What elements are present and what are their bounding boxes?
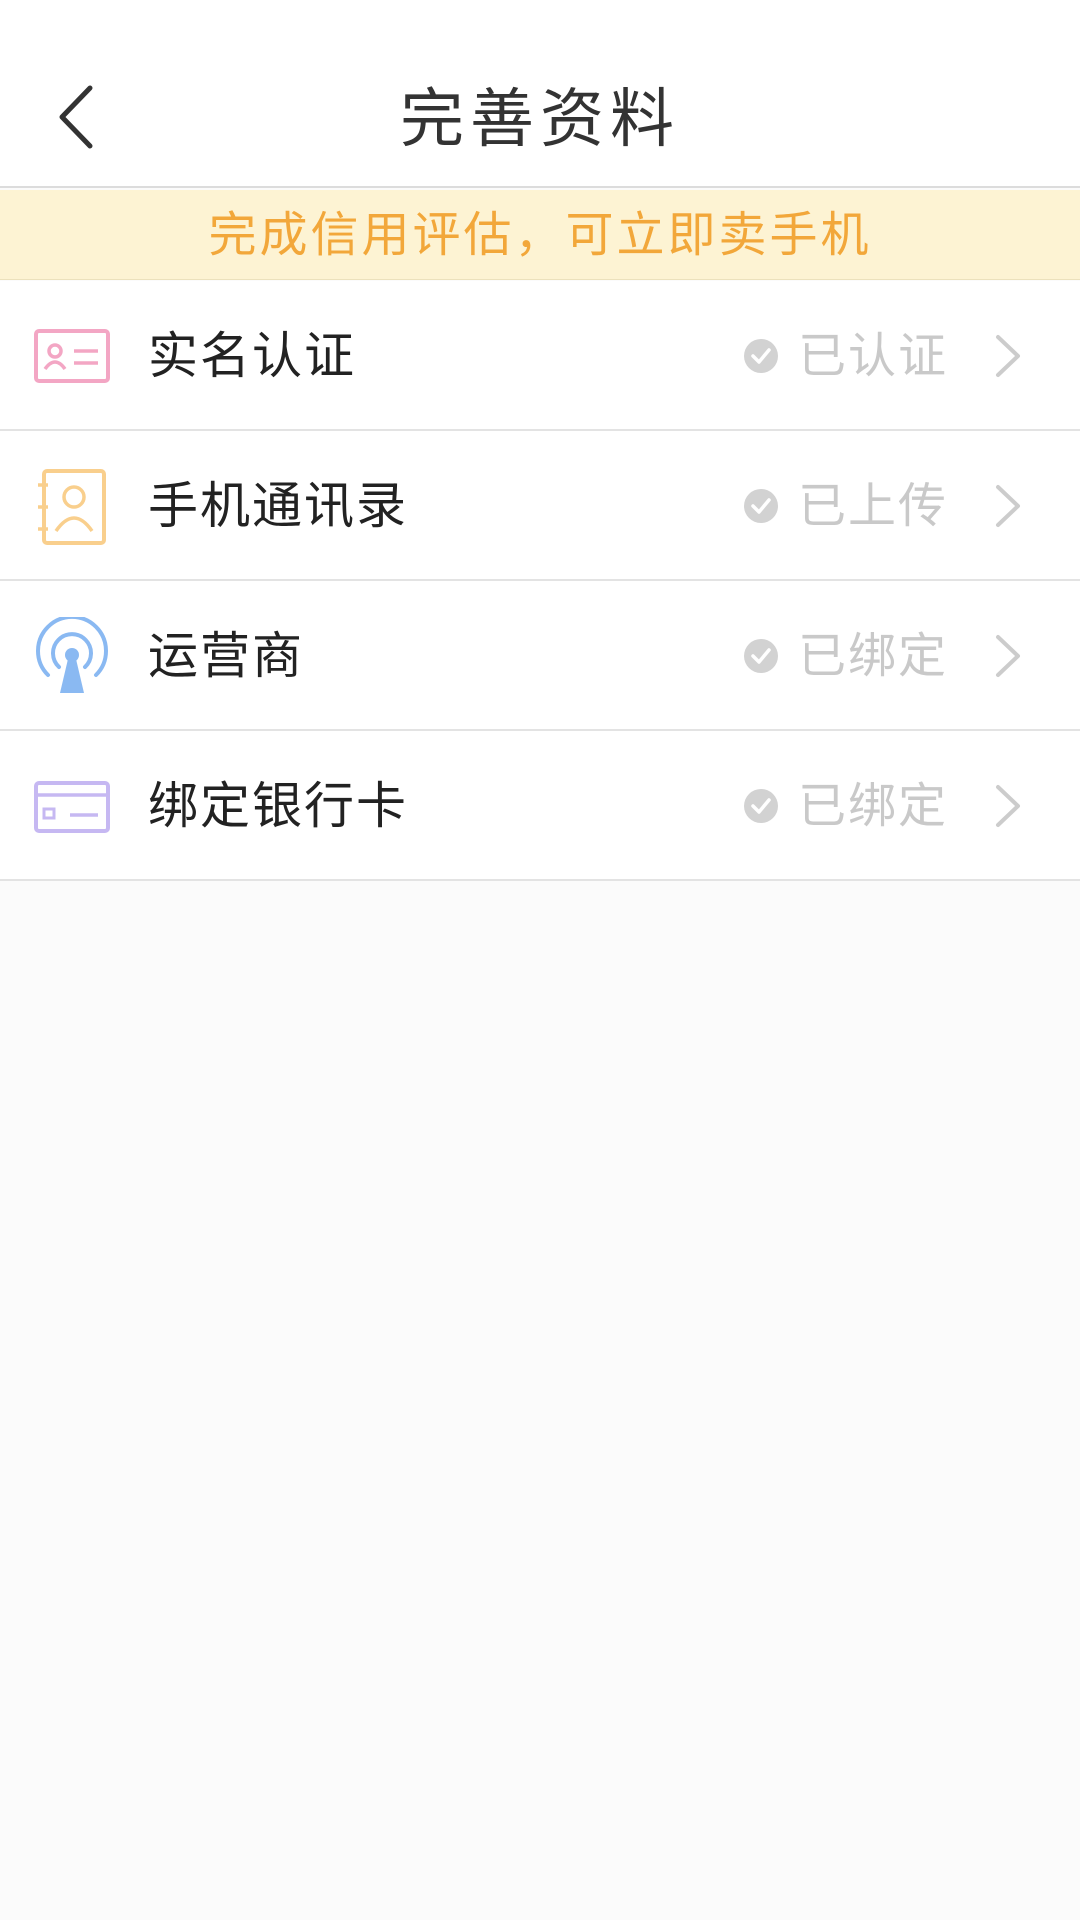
status-text: 已绑定	[798, 628, 949, 684]
id-card-icon	[34, 329, 110, 383]
item-label: 实名认证	[148, 327, 356, 385]
chevron-right-icon	[996, 785, 1020, 827]
check-circle-icon	[744, 489, 778, 523]
chevron-right-icon	[996, 485, 1020, 527]
contacts-book-icon	[38, 469, 106, 545]
status-text: 已上传	[798, 478, 949, 534]
check-circle-icon	[744, 339, 778, 373]
list-item-carrier[interactable]: 运营商 已绑定	[0, 581, 1080, 731]
profile-list: 实名认证 已认证 手机通讯录 已上传 运营商 已绑定 绑定银行卡 已绑定	[0, 281, 1080, 881]
bank-card-icon	[34, 781, 110, 833]
item-label: 手机通讯录	[148, 477, 408, 535]
check-circle-icon	[744, 639, 778, 673]
check-circle-icon	[744, 789, 778, 823]
page-title: 完善资料	[400, 83, 680, 157]
status-text: 已认证	[798, 328, 949, 384]
item-label: 绑定银行卡	[148, 777, 408, 835]
item-label: 运营商	[148, 627, 304, 685]
status-text: 已绑定	[798, 778, 949, 834]
chevron-right-icon	[996, 335, 1020, 377]
chevron-right-icon	[996, 635, 1020, 677]
list-item-contacts[interactable]: 手机通讯录 已上传	[0, 431, 1080, 581]
credit-banner: 完成信用评估，可立即卖手机	[0, 190, 1080, 280]
signal-tower-icon	[36, 617, 108, 693]
header: 完善资料	[0, 0, 1080, 188]
list-item-bank-card[interactable]: 绑定银行卡 已绑定	[0, 731, 1080, 881]
list-item-real-name[interactable]: 实名认证 已认证	[0, 281, 1080, 431]
